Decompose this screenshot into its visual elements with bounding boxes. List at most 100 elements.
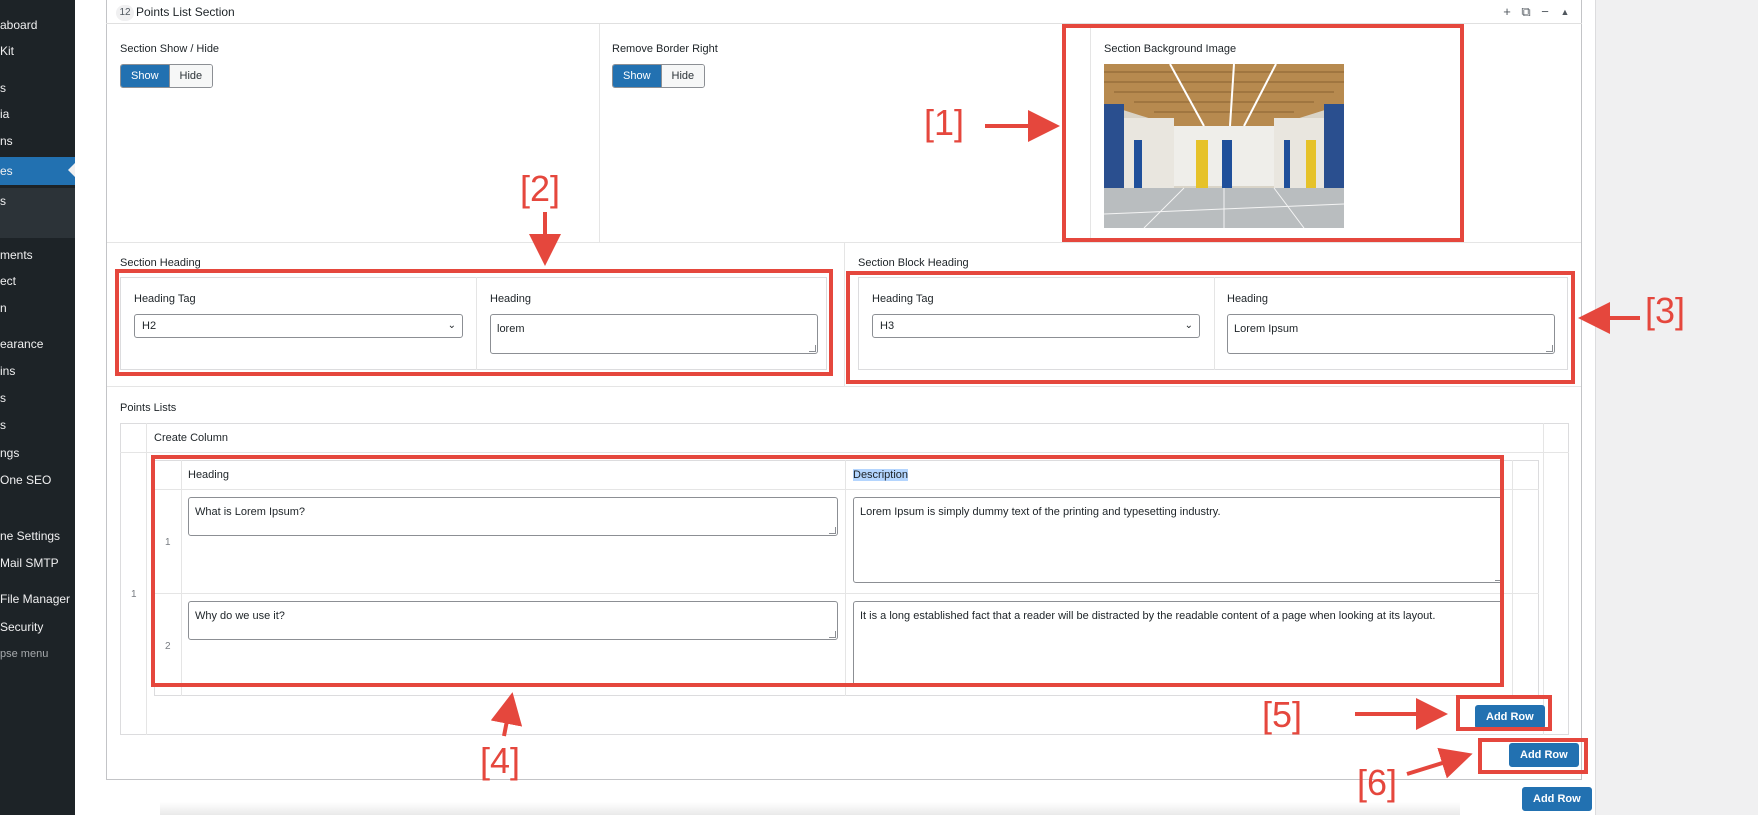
annotation-label-4: [4] — [480, 740, 521, 781]
sidebar-item-kit[interactable]: Kit — [0, 38, 75, 64]
block-heading-tag-select[interactable]: H3 ⌄ — [872, 314, 1200, 338]
field-label-section-bg-image: Section Background Image — [1104, 43, 1237, 55]
annotation-label-1: [1] — [924, 102, 965, 143]
sidebar-collapse-menu[interactable]: pse menu — [0, 641, 75, 667]
sidebar-item-dashboard[interactable]: aboard — [0, 12, 75, 38]
row-heading-value: What is Lorem Ipsum? — [195, 506, 306, 518]
sidebar-subitem[interactable]: s — [0, 188, 75, 238]
right-gutter — [1595, 0, 1758, 815]
admin-sidebar: aboard Kit s ia ns es s ments ect n eara… — [0, 0, 75, 815]
field-label-section-block-heading: Section Block Heading — [858, 257, 969, 269]
divider — [844, 242, 845, 386]
chevron-down-icon: ⌄ — [1184, 320, 1193, 331]
resize-handle[interactable] — [1495, 574, 1502, 581]
resize-handle[interactable] — [1546, 345, 1553, 352]
row-heading-value: Why do we use it? — [195, 610, 285, 622]
divider — [1214, 277, 1215, 370]
field-label-heading-tag: Heading Tag — [134, 293, 196, 305]
section-background-image[interactable] — [1104, 64, 1344, 228]
divider — [107, 386, 1581, 387]
hide-button[interactable]: Hide — [168, 65, 213, 87]
sidebar-item-settings[interactable]: ngs — [0, 440, 75, 466]
field-label-section-show-hide: Section Show / Hide — [120, 43, 220, 55]
field-label-heading: Heading — [1227, 293, 1268, 305]
divider — [1512, 460, 1513, 696]
bottom-shadow — [160, 802, 1460, 815]
sidebar-item-all-in-one-seo[interactable]: One SEO — [0, 467, 75, 493]
field-label-points-lists: Points Lists — [120, 402, 177, 414]
sidebar-item-users[interactable]: s — [0, 385, 75, 411]
chevron-down-icon: ⌄ — [447, 320, 456, 331]
resize-handle[interactable] — [829, 631, 836, 638]
divider — [154, 593, 1539, 594]
block-heading-value: Lorem Ipsum — [1234, 323, 1299, 335]
divider — [146, 423, 147, 735]
block-heading-tag-value: H3 — [880, 320, 895, 332]
sidebar-item-wp-mail-smtp[interactable]: Mail SMTP — [0, 550, 75, 576]
divider — [845, 460, 846, 696]
annotation-label-2: [2] — [520, 168, 561, 209]
hide-button[interactable]: Hide — [660, 65, 705, 87]
field-label-section-heading: Section Heading — [120, 257, 201, 269]
sidebar-item-forms[interactable]: ns — [0, 128, 75, 154]
add-row-inner-button[interactable]: Add Row — [1475, 705, 1545, 729]
resize-handle[interactable] — [1495, 678, 1502, 685]
outer-row-index: 1 — [131, 589, 137, 600]
divider — [120, 452, 1569, 453]
row-heading-textarea[interactable]: Why do we use it? — [188, 601, 838, 640]
annotation-label-5: [5] — [1262, 694, 1303, 735]
sidebar-item-tools[interactable]: s — [0, 412, 75, 438]
annotation-label-6: [6] — [1357, 762, 1398, 803]
resize-handle[interactable] — [809, 345, 816, 352]
heading-tag-select[interactable]: H2 ⌄ — [134, 314, 463, 338]
heading-value: lorem — [497, 323, 525, 335]
show-button[interactable]: Show — [121, 65, 169, 87]
sidebar-item-contact[interactable]: ect — [0, 268, 75, 294]
block-heading-textarea[interactable]: Lorem Ipsum — [1227, 314, 1555, 354]
add-row-page-button[interactable]: Add Row — [1522, 787, 1592, 811]
sidebar-item-comments[interactable]: ments — [0, 242, 75, 268]
sidebar-item-pages[interactable]: es — [0, 157, 75, 185]
postbox-header — [106, 0, 1582, 24]
selected-text: Description — [853, 469, 909, 481]
sidebar-item-plugins[interactable]: ins — [0, 358, 75, 384]
field-label-heading-tag: Heading Tag — [872, 293, 934, 305]
row-heading-textarea[interactable]: What is Lorem Ipsum? — [188, 497, 838, 536]
row-description-value: It is a long established fact that a rea… — [860, 610, 1436, 622]
resize-handle[interactable] — [829, 527, 836, 534]
sidebar-item-posts[interactable]: s — [0, 75, 75, 101]
field-label-remove-border-right: Remove Border Right — [612, 43, 718, 55]
divider — [1090, 24, 1091, 242]
divider — [154, 489, 1539, 490]
annotation-label-3: [3] — [1645, 290, 1686, 331]
sidebar-item-theme-settings[interactable]: ne Settings — [0, 523, 75, 549]
divider — [599, 24, 600, 242]
row-description-value: Lorem Ipsum is simply dummy text of the … — [860, 506, 1221, 518]
column-header-create-column: Create Column — [154, 432, 228, 444]
remove-layout-icon[interactable]: − — [1537, 4, 1553, 20]
remove-border-right-toggle: Show Hide — [612, 64, 706, 88]
divider — [181, 460, 182, 696]
section-show-hide-toggle: Show Hide — [120, 64, 214, 88]
column-header-description: Description — [853, 469, 909, 481]
add-row-outer-button[interactable]: Add Row — [1509, 743, 1579, 767]
sidebar-item-media[interactable]: ia — [0, 101, 75, 127]
duplicate-layout-icon[interactable]: ⧉ — [1518, 4, 1534, 20]
column-header-heading: Heading — [188, 469, 229, 481]
active-item-arrow — [68, 162, 75, 178]
sidebar-item-appearance[interactable]: earance — [0, 331, 75, 357]
sidebar-item-file-manager[interactable]: File Manager — [0, 586, 75, 612]
postbox-title: Points List Section — [136, 5, 235, 19]
row-description-textarea[interactable]: Lorem Ipsum is simply dummy text of the … — [853, 497, 1504, 583]
collapse-layout-icon[interactable]: ▲ — [1557, 4, 1573, 20]
row-index: 1 — [165, 537, 171, 548]
show-button[interactable]: Show — [613, 65, 661, 87]
sidebar-item-security[interactable]: Security — [0, 614, 75, 640]
row-description-textarea[interactable]: It is a long established fact that a rea… — [853, 601, 1504, 687]
add-layout-icon[interactable]: + — [1499, 4, 1515, 20]
layout-order-badge: 12 — [116, 5, 134, 21]
sidebar-item-n[interactable]: n — [0, 295, 75, 321]
row-index: 2 — [165, 641, 171, 652]
heading-tag-value: H2 — [142, 320, 157, 332]
heading-textarea[interactable]: lorem — [490, 314, 818, 354]
